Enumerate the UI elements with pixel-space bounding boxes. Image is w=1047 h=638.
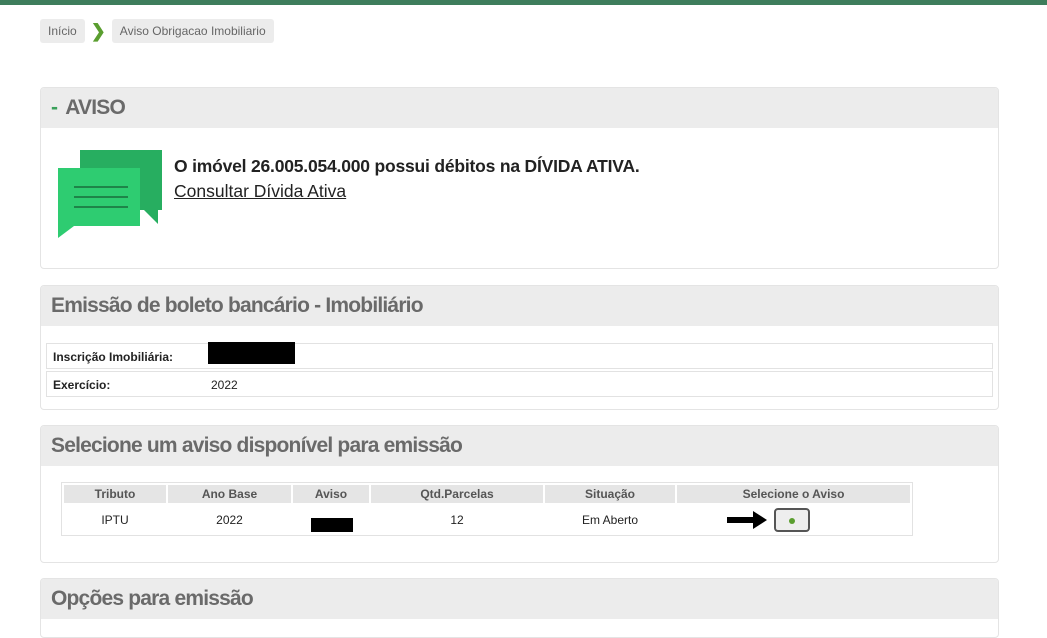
aviso-panel-header[interactable]: - AVISO: [41, 88, 998, 128]
collapse-icon[interactable]: -: [51, 96, 58, 119]
table-row: IPTU 2022 12 Em Aberto: [64, 505, 912, 535]
emissao-panel-header[interactable]: Emissão de boleto bancário - Imobiliário: [41, 286, 998, 326]
inscricao-row: Inscrição Imobiliária:: [46, 342, 993, 369]
column-header-aviso: Aviso: [293, 485, 369, 503]
aviso-value-redacted: [311, 518, 353, 532]
emissao-boleto-panel: Emissão de boleto bancário - Imobiliário…: [40, 285, 999, 410]
cell-situacao: Em Aberto: [581, 513, 639, 527]
breadcrumb-home-link[interactable]: Início: [40, 19, 85, 43]
aviso-table: Tributo Ano Base Aviso Qtd.Parcelas Situ…: [61, 482, 913, 536]
aviso-panel-title: AVISO: [65, 96, 126, 119]
arrow-right-icon: [727, 511, 767, 529]
cell-qtd-parcelas: 12: [450, 513, 464, 527]
column-header-situacao: Situação: [545, 485, 675, 503]
exercicio-label: Exercício:: [53, 378, 111, 392]
breadcrumb-current: Aviso Obrigacao Imobiliario: [111, 19, 274, 43]
column-header-selecione: Selecione o Aviso: [677, 485, 910, 503]
aviso-panel: - AVISO O imóvel 26.005.054.000 possui dé…: [40, 87, 999, 269]
selecione-panel-header[interactable]: Selecione um aviso disponível para emiss…: [41, 426, 998, 466]
table-header-row: Tributo Ano Base Aviso Qtd.Parcelas Situ…: [64, 485, 912, 503]
cell-aviso: [293, 505, 369, 535]
breadcrumb: Início ❯ Aviso Obrigacao Imobiliario: [40, 19, 274, 43]
inscricao-value-redacted: [208, 342, 295, 364]
selecione-aviso-panel: Selecione um aviso disponível para emiss…: [40, 425, 999, 563]
cell-tributo: IPTU: [101, 513, 129, 527]
aviso-text-block: O imóvel 26.005.054.000 possui débitos n…: [174, 156, 640, 202]
chat-bubbles-icon: [58, 150, 162, 238]
column-header-tributo: Tributo: [64, 485, 166, 503]
top-accent-bar: [0, 0, 1047, 5]
select-aviso-radio[interactable]: [774, 508, 810, 532]
opcoes-panel-header[interactable]: Opções para emissão: [41, 579, 998, 619]
radio-selected-dot-icon: [789, 518, 795, 524]
inscricao-label: Inscrição Imobiliária:: [53, 350, 174, 364]
cell-ano-base: 2022: [216, 513, 243, 527]
consultar-divida-ativa-link[interactable]: Consultar Dívida Ativa: [174, 181, 346, 202]
column-header-qtd-parcelas: Qtd.Parcelas: [371, 485, 543, 503]
chevron-right-icon: ❯: [90, 21, 106, 41]
exercicio-row: Exercício: 2022: [46, 371, 993, 397]
opcoes-emissao-panel: Opções para emissão: [40, 578, 999, 638]
exercicio-value: 2022: [211, 378, 238, 392]
cell-selecione: [677, 505, 910, 535]
column-header-ano-base: Ano Base: [168, 485, 291, 503]
aviso-message: O imóvel 26.005.054.000 possui débitos n…: [174, 156, 640, 176]
